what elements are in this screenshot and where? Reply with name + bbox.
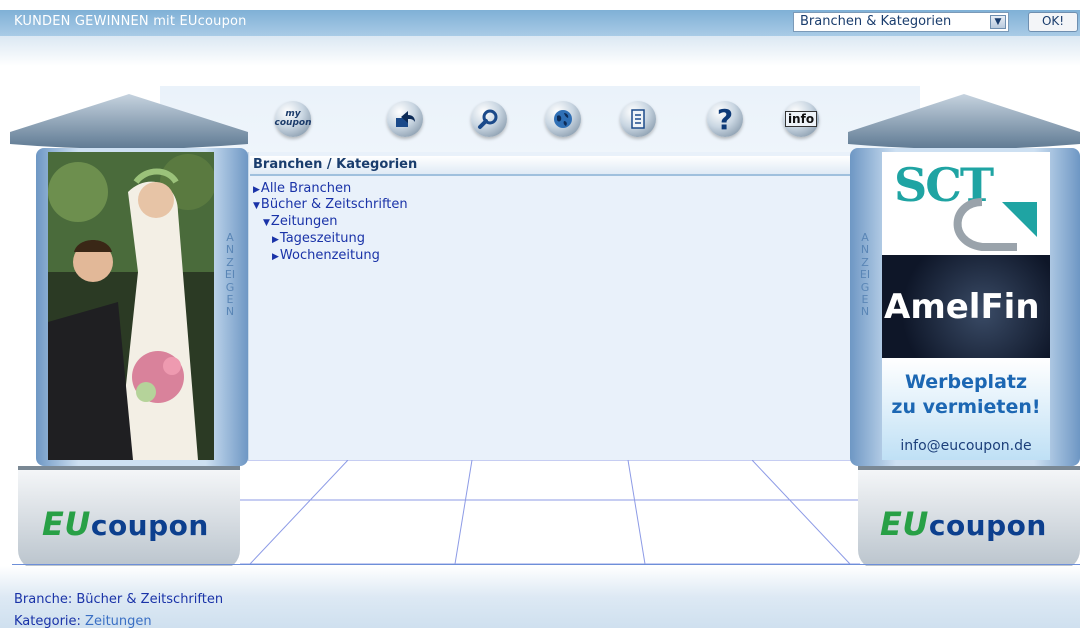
magnifier-icon[interactable] [471, 101, 507, 137]
footer-branche: Branche: Bücher & Zeitschriften [14, 592, 224, 607]
ad-sct[interactable]: SCT [882, 152, 1050, 255]
header-band [0, 36, 1080, 66]
tree-item-buecher-zeitschriften[interactable]: ▼Bücher & Zeitschriften [253, 197, 408, 212]
ad-email-link[interactable]: info@eucoupon.de [882, 438, 1050, 454]
triangle-right-icon: ▶ [272, 235, 279, 245]
right-column-roof [848, 94, 1080, 149]
anzeigen-label-right: ANZEIGEN [859, 231, 871, 319]
footer-divider [12, 564, 1080, 565]
wedding-photo [48, 152, 214, 460]
ad-werbeplatz[interactable]: Werbeplatz zu vermieten! info@eucoupon.d… [882, 358, 1050, 460]
eucoupon-logo-right: EUcoupon [880, 505, 1047, 543]
ok-button[interactable]: OK! [1028, 12, 1078, 32]
floor-grid [240, 460, 860, 565]
left-column-roof [10, 94, 248, 149]
panel-heading: Branchen / Kategorien [250, 156, 851, 176]
ad-amelfin[interactable]: AmelFin [882, 255, 1050, 358]
mycoupon-icon[interactable]: my coupon [275, 101, 312, 137]
anzeigen-label-left: ANZEIGEN [224, 231, 236, 319]
sct-arrow-icon [953, 198, 1037, 251]
site-title: KUNDEN GEWINNEN mit EUcoupon [14, 14, 247, 29]
back-folder-icon[interactable] [387, 101, 423, 137]
triangle-right-icon: ▶ [253, 185, 260, 195]
globe-icon[interactable] [545, 101, 581, 137]
question-icon[interactable]: ? [707, 101, 743, 137]
triangle-down-icon: ▼ [253, 201, 260, 211]
chevron-down-icon[interactable]: ▼ [990, 15, 1006, 29]
tree-item-alle-branchen[interactable]: ▶Alle Branchen [253, 181, 351, 196]
category-select[interactable]: Branchen & Kategorien ▼ [793, 12, 1009, 32]
eucoupon-logo-left: EUcoupon [42, 505, 209, 543]
list-page-icon[interactable] [620, 101, 656, 137]
triangle-right-icon: ▶ [272, 252, 279, 262]
tree-item-wochenzeitung[interactable]: ▶Wochenzeitung [272, 248, 380, 263]
tree-item-zeitungen[interactable]: ▼Zeitungen [263, 214, 338, 229]
tree-item-tageszeitung[interactable]: ▶Tageszeitung [272, 231, 365, 246]
triangle-down-icon: ▼ [263, 218, 270, 228]
category-select-value: Branchen & Kategorien [800, 14, 952, 29]
footer-kategorie: Kategorie: Zeitungen [14, 614, 152, 629]
info-sign-icon[interactable]: info [783, 101, 819, 137]
